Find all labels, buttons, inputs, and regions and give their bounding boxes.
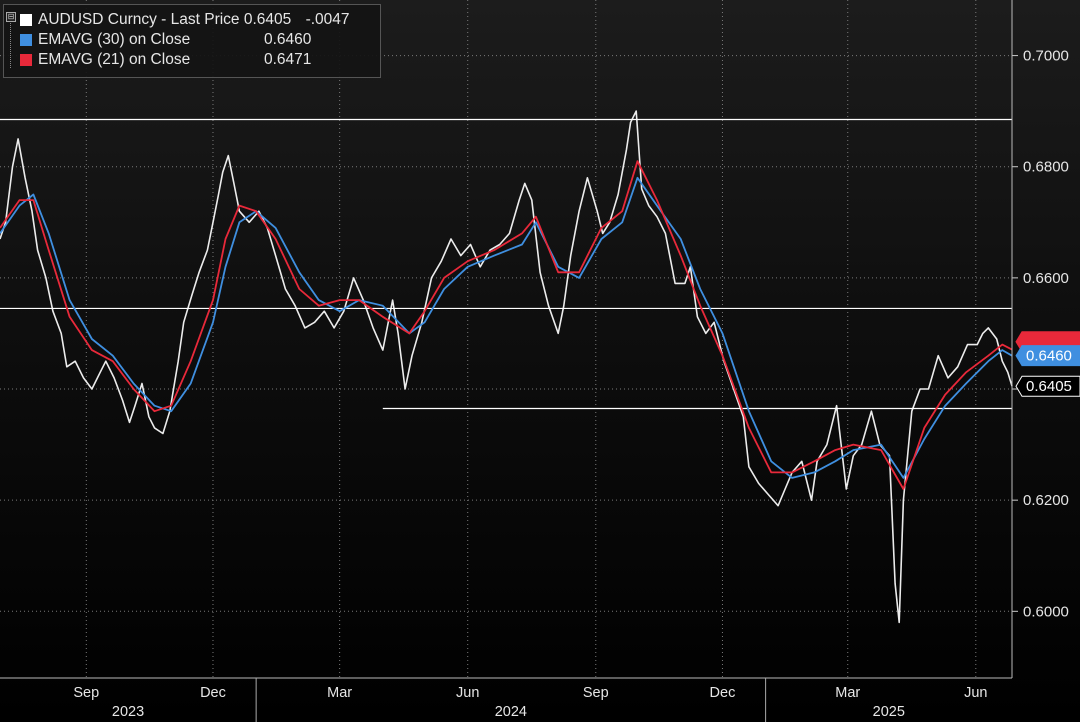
legend-row-ema21: EMAVG (21) on Close 0.6471: [20, 50, 380, 70]
y-tick-label: 0.6600: [1023, 270, 1069, 287]
year-label: 2024: [495, 704, 527, 720]
legend-row-ema30: EMAVG (30) on Close 0.6460: [20, 30, 380, 50]
ema21-value: 0.6471: [264, 51, 312, 68]
y-tick-label: 0.6200: [1023, 492, 1069, 509]
y-tick-label: 0.7000: [1023, 48, 1069, 65]
price-value: 0.6405: [243, 11, 292, 28]
x-axis: Sep Dec Mar Jun Sep Dec Mar Jun 2023 2024 2025: [0, 677, 1012, 722]
price-tag-label: 0.6405: [1026, 378, 1072, 395]
x-tick-label: Sep: [583, 685, 609, 701]
x-tick-label: Mar: [835, 685, 860, 701]
ema30-swatch: [20, 34, 32, 46]
ema30-label: EMAVG (30) on Close: [38, 31, 191, 48]
legend-row-price: AUDUSD Curncy - Last Price 0.6405 -.0047: [20, 10, 380, 30]
ema30-tag-label: 0.6460: [1026, 348, 1072, 365]
y-tick-label: 0.6800: [1023, 159, 1069, 176]
gridlines: [0, 0, 1012, 678]
x-tick-label: Jun: [964, 685, 987, 701]
ema21-swatch: [20, 54, 32, 66]
series-lines: [0, 110, 1013, 624]
y-tick-label: 0.6000: [1023, 603, 1069, 620]
last-value-tags: 0.6460 0.6405: [1015, 331, 1080, 397]
price-label: AUDUSD Curncy - Last Price: [38, 11, 240, 28]
price-swatch: [20, 14, 32, 26]
collapse-icon[interactable]: ⊟: [6, 12, 16, 22]
year-label: 2025: [873, 704, 905, 720]
x-tick-label: Dec: [710, 685, 736, 701]
x-tick-label: Dec: [200, 685, 226, 701]
price-line: [0, 110, 1013, 624]
x-tick-label: Jun: [456, 685, 479, 701]
ema30-line: [0, 176, 1013, 479]
chart-legend: ⊟ AUDUSD Curncy - Last Price 0.6405 -.00…: [3, 4, 381, 78]
ema21-line: [0, 160, 1013, 490]
price-change: -.0047: [305, 11, 350, 28]
ema21-label: EMAVG (21) on Close: [38, 51, 191, 68]
support-resistance-lines: [0, 118, 1012, 410]
price-chart: 0.60000.62000.64000.66000.68000.7000 Sep…: [0, 0, 1080, 722]
ema30-value: 0.6460: [264, 31, 312, 48]
x-tick-label: Sep: [73, 685, 99, 701]
year-label: 2023: [112, 704, 144, 720]
x-tick-label: Mar: [327, 685, 352, 701]
